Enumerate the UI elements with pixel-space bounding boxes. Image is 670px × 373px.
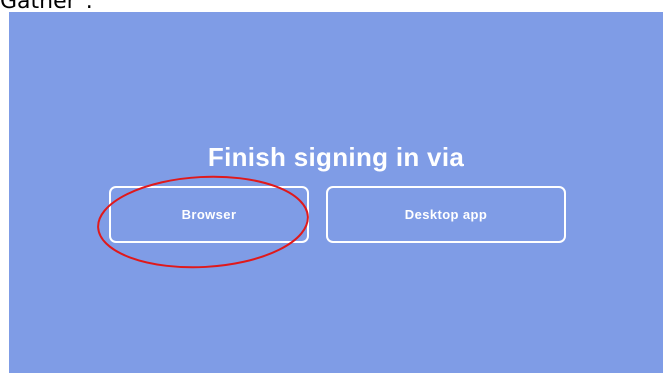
sign-in-panel: Finish signing in via Browser Desktop ap… <box>9 12 663 373</box>
desktop-app-button-label: Desktop app <box>404 207 488 222</box>
browser-button-label: Browser <box>181 207 237 222</box>
screenshot-page: Gather". Finish signing in via Browser D… <box>0 0 670 373</box>
browser-button[interactable]: Browser <box>109 186 309 243</box>
desktop-app-button[interactable]: Desktop app <box>326 186 566 243</box>
page-title: Finish signing in via <box>207 142 465 172</box>
